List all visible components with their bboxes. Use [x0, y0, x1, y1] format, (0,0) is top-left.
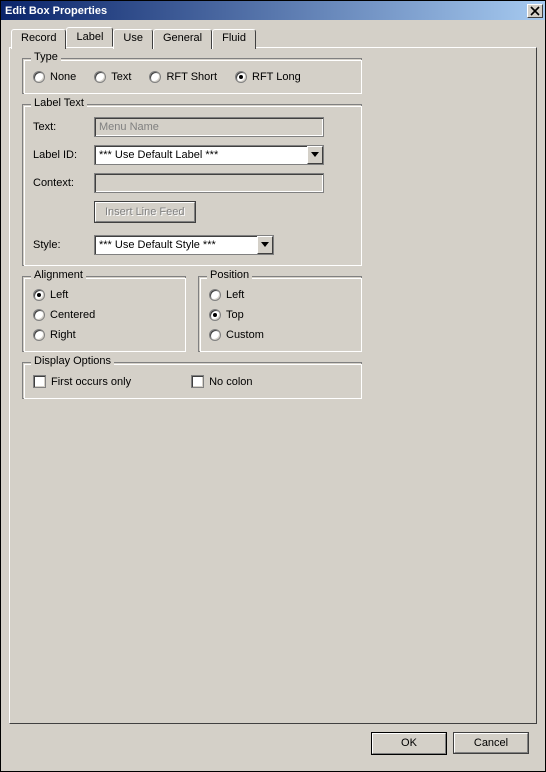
radio-type-text[interactable]: Text	[94, 71, 131, 83]
label-labelid: Label ID:	[33, 149, 88, 161]
radio-pos-left[interactable]: Left	[209, 289, 351, 301]
group-position-legend: Position	[207, 269, 252, 281]
radio-type-none[interactable]: None	[33, 71, 76, 83]
chevron-down-icon	[307, 146, 323, 164]
button-label: Insert Line Feed	[105, 206, 185, 218]
radio-icon	[149, 71, 161, 83]
tab-record[interactable]: Record	[11, 29, 66, 49]
client-area: Record Label Use General Fluid Type None…	[1, 20, 545, 771]
dialog-footer: OK Cancel	[9, 724, 537, 765]
button-label: OK	[401, 737, 417, 749]
checkbox-icon	[33, 375, 46, 388]
window-title: Edit Box Properties	[5, 5, 527, 17]
radio-label: RFT Long	[252, 71, 301, 83]
check-label: No colon	[209, 376, 252, 388]
label-text: Text:	[33, 121, 88, 133]
radio-icon	[209, 309, 221, 321]
radio-align-right[interactable]: Right	[33, 329, 175, 341]
check-label: First occurs only	[51, 376, 131, 388]
radio-label: Top	[226, 309, 244, 321]
radio-label: None	[50, 71, 76, 83]
radio-label: Text	[111, 71, 131, 83]
tab-label: Record	[21, 32, 56, 44]
combo-value: *** Use Default Style ***	[99, 236, 257, 254]
context-field	[94, 173, 324, 193]
chevron-down-icon	[257, 236, 273, 254]
radio-icon	[209, 289, 221, 301]
radio-align-centered[interactable]: Centered	[33, 309, 175, 321]
radio-label: RFT Short	[166, 71, 217, 83]
check-first-occurs[interactable]: First occurs only	[33, 375, 131, 388]
radio-align-left[interactable]: Left	[33, 289, 175, 301]
button-label: Cancel	[474, 737, 508, 749]
radio-icon	[33, 329, 45, 341]
radio-icon	[33, 309, 45, 321]
tab-fluid[interactable]: Fluid	[212, 29, 256, 49]
radio-pos-top[interactable]: Top	[209, 309, 351, 321]
labelid-combo[interactable]: *** Use Default Label ***	[94, 145, 324, 165]
dialog-window: Edit Box Properties Record Label Use Gen…	[0, 0, 546, 772]
ok-button[interactable]: OK	[371, 732, 447, 755]
insert-line-feed-button: Insert Line Feed	[94, 201, 196, 223]
radio-type-rft-long[interactable]: RFT Long	[235, 71, 301, 83]
group-display-options-legend: Display Options	[31, 355, 114, 367]
label-context: Context:	[33, 177, 88, 189]
cancel-button[interactable]: Cancel	[453, 732, 529, 754]
radio-label: Centered	[50, 309, 95, 321]
radio-icon	[235, 71, 247, 83]
radio-icon	[33, 71, 45, 83]
radio-type-rft-short[interactable]: RFT Short	[149, 71, 217, 83]
radio-icon	[94, 71, 106, 83]
radio-icon	[33, 289, 45, 301]
close-button[interactable]	[527, 4, 543, 18]
group-alignment-legend: Alignment	[31, 269, 86, 281]
group-alignment: Alignment Left Centered Right	[22, 276, 186, 352]
style-combo[interactable]: *** Use Default Style ***	[94, 235, 274, 255]
text-field: Menu Name	[94, 117, 324, 137]
radio-label: Left	[50, 289, 68, 301]
checkbox-icon	[191, 375, 204, 388]
label-style: Style:	[33, 239, 88, 251]
group-label-text-legend: Label Text	[31, 97, 87, 109]
tab-strip: Record Label Use General Fluid	[9, 28, 537, 48]
check-no-colon[interactable]: No colon	[191, 375, 252, 388]
tab-label: Fluid	[222, 32, 246, 44]
tab-label: General	[163, 32, 202, 44]
radio-pos-custom[interactable]: Custom	[209, 329, 351, 341]
group-display-options: Display Options First occurs only No col…	[22, 362, 362, 399]
tab-panel-label: Type None Text RFT Short	[9, 47, 537, 724]
group-position: Position Left Top Custom	[198, 276, 362, 352]
group-type-legend: Type	[31, 51, 61, 63]
combo-value: *** Use Default Label ***	[99, 146, 307, 164]
tab-general[interactable]: General	[153, 29, 212, 49]
tab-label[interactable]: Label	[66, 27, 113, 47]
group-type: Type None Text RFT Short	[22, 58, 362, 94]
tab-label: Label	[76, 31, 103, 43]
titlebar: Edit Box Properties	[1, 1, 545, 20]
radio-label: Custom	[226, 329, 264, 341]
group-label-text: Label Text Text: Menu Name Label ID: ***…	[22, 104, 362, 266]
radio-icon	[209, 329, 221, 341]
radio-label: Right	[50, 329, 76, 341]
text-value: Menu Name	[99, 121, 159, 133]
tab-label: Use	[123, 32, 143, 44]
tab-use[interactable]: Use	[113, 29, 153, 49]
radio-label: Left	[226, 289, 244, 301]
